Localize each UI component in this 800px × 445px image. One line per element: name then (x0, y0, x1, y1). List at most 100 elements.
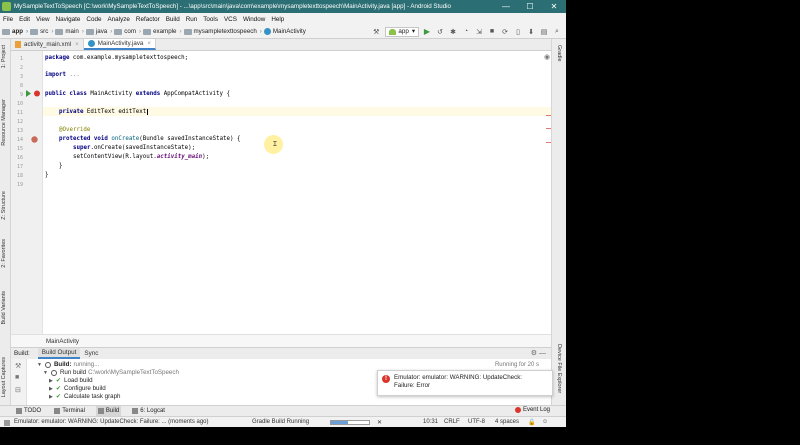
nav-crumb-src[interactable]: src › (30, 28, 53, 35)
stop-task-icon[interactable]: ✕ (377, 419, 382, 426)
filter-icon[interactable]: ⊟ (15, 386, 21, 394)
menu-view[interactable]: View (36, 16, 50, 23)
error-stripe-mark[interactable] (546, 128, 551, 129)
editor-gutter: 1 2 3 8 9 10 11 12 13 14 15 16 17 18 19 (11, 51, 43, 334)
tab-activity-main-xml[interactable]: activity_main.xml × (11, 39, 84, 50)
build-tree-task-graph[interactable]: ▶ ✔ Calculate task graph (49, 393, 120, 400)
close-button[interactable]: ✕ (542, 0, 566, 13)
override-gutter-icon[interactable] (30, 135, 40, 144)
event-log-button[interactable]: Event Log (514, 407, 550, 413)
menu-run[interactable]: Run (186, 16, 198, 23)
avd-manager-icon[interactable]: ▯ (513, 27, 523, 37)
error-stripe-mark[interactable] (546, 142, 551, 143)
menu-file[interactable]: File (3, 16, 13, 23)
line-number: 11 (16, 110, 23, 116)
run-gutter-icon[interactable] (25, 89, 41, 98)
nav-crumb-package[interactable]: mysampletexttospeech › (183, 28, 262, 35)
status-task[interactable]: Gradle Build Running (252, 419, 309, 425)
terminal-icon (54, 408, 61, 414)
build-tree-configure-build[interactable]: ▶ ✔ Configure build (49, 385, 106, 392)
run-icon[interactable]: ▶ (422, 27, 432, 37)
line-separator[interactable]: CRLF (444, 419, 460, 425)
search-icon[interactable]: ⌕ (552, 27, 562, 37)
build-tree-load-build[interactable]: ▶ ✔ Load build (49, 377, 93, 384)
logcat-tool-button[interactable]: 6: Logcat (130, 406, 167, 417)
check-icon: ✔ (55, 377, 62, 384)
terminal-tool-button[interactable]: Terminal (52, 406, 87, 417)
inspector-icon[interactable]: ☺ (542, 419, 548, 425)
debug-icon[interactable]: ✱ (448, 27, 458, 37)
build-tree-run-build[interactable]: ▼ Run build C:\work\MySampleTextToSpeech (43, 369, 179, 376)
layout-captures-tool-tab[interactable]: Layout Captures (1, 357, 7, 397)
menu-analyze[interactable]: Analyze (107, 16, 129, 23)
menu-window[interactable]: Window (243, 16, 265, 23)
structure-tool-tab[interactable]: Z: Structure (1, 191, 7, 220)
attach-debugger-icon[interactable]: ⇲ (474, 27, 484, 37)
project-tool-tab[interactable]: 1: Project (1, 45, 7, 68)
profile-icon[interactable]: ◔ (461, 27, 471, 37)
menu-vcs[interactable]: VCS (224, 16, 237, 23)
folder-icon (30, 28, 39, 35)
layout-inspector-icon[interactable]: ▤ (539, 27, 549, 37)
sync-gradle-icon[interactable]: ⟳ (500, 27, 510, 37)
file-encoding[interactable]: UTF-8 (468, 419, 485, 425)
indent-setting[interactable]: 4 spaces (495, 419, 519, 425)
chevron-right-icon: ▶ (49, 393, 53, 400)
hammer-icon[interactable]: ⚒ (371, 27, 381, 37)
nav-crumb-java[interactable]: java › (85, 28, 112, 35)
menu-refactor[interactable]: Refactor (136, 16, 160, 23)
menu-code[interactable]: Code (86, 16, 101, 23)
menu-edit[interactable]: Edit (19, 16, 30, 23)
tab-sync[interactable]: Sync (80, 348, 102, 359)
close-tab-icon[interactable]: × (147, 40, 151, 47)
android-studio-icon (2, 2, 11, 11)
code-editor[interactable]: 1 2 3 8 9 10 11 12 13 14 15 16 17 18 19 … (11, 51, 551, 334)
error-stripe-mark[interactable] (546, 115, 551, 116)
menu-navigate[interactable]: Navigate (56, 16, 81, 23)
code-line-close-method: } (59, 163, 63, 169)
nav-crumb-main[interactable]: main › (55, 28, 84, 35)
status-message[interactable]: Emulator: emulator: WARNING: UpdateCheck… (14, 419, 209, 425)
apply-changes-icon[interactable]: ↺ (435, 27, 445, 37)
gradle-tool-tab[interactable]: Gradle (556, 45, 562, 62)
build-tree-root[interactable]: ▼ Build: running... (37, 361, 99, 368)
sdk-manager-icon[interactable]: ⬇ (526, 27, 536, 37)
text-cursor-icon: Ɪ (273, 141, 277, 148)
code-line-import: import ... (45, 72, 80, 78)
stop-icon[interactable]: ■ (15, 374, 19, 381)
device-file-explorer-tool-tab[interactable]: Device File Explorer (556, 344, 562, 393)
lock-icon[interactable]: 🔓 (528, 419, 535, 426)
caret-position[interactable]: 10:31 (423, 419, 438, 425)
nav-crumb-example[interactable]: example › (143, 28, 182, 35)
android-studio-window: MySampleTextToSpeech [C:\work\MySampleTe… (0, 0, 566, 445)
nav-crumb-com[interactable]: com › (114, 28, 141, 35)
menu-tools[interactable]: Tools (203, 16, 218, 23)
todo-tool-button[interactable]: TODO (14, 406, 43, 417)
close-tab-icon[interactable]: × (75, 41, 79, 48)
build-tool-button[interactable]: Build (95, 405, 122, 417)
hammer-icon[interactable]: ⚒ (15, 362, 21, 370)
error-icon: ! (382, 375, 390, 383)
eye-icon[interactable]: ◉ (544, 53, 550, 61)
line-number: 8 (19, 83, 23, 89)
build-variants-tool-tab[interactable]: Build Variants (1, 291, 7, 325)
menu-help[interactable]: Help (271, 16, 284, 23)
android-icon (389, 28, 397, 35)
notification-balloon[interactable]: ! Emulator: emulator: WARNING: UpdateChe… (377, 370, 553, 396)
build-progress-fill (331, 421, 349, 424)
menu-build[interactable]: Build (166, 16, 180, 23)
resource-manager-tool-tab[interactable]: Resource Manager (1, 99, 7, 146)
tab-build-output[interactable]: Build Output (37, 348, 81, 359)
run-configuration-select[interactable]: app ▾ (385, 26, 419, 37)
stop-icon[interactable]: ■ (487, 27, 497, 37)
nav-crumb-class[interactable]: MainActivity (263, 28, 306, 35)
tab-main-activity-java[interactable]: MainActivity.java × (83, 39, 156, 50)
nav-crumb-app[interactable]: app › (2, 28, 28, 35)
favorites-tool-tab[interactable]: 2: Favorites (1, 239, 7, 268)
editor-breadcrumb[interactable]: MainActivity (11, 334, 551, 347)
code-line-setcontentview: setContentView(R.layout.activity_main); (73, 154, 210, 160)
gear-icon[interactable]: ⚙ — (531, 349, 546, 357)
check-icon: ✔ (55, 393, 62, 400)
minimize-button[interactable]: — (494, 0, 518, 13)
maximize-button[interactable]: ☐ (518, 0, 542, 13)
